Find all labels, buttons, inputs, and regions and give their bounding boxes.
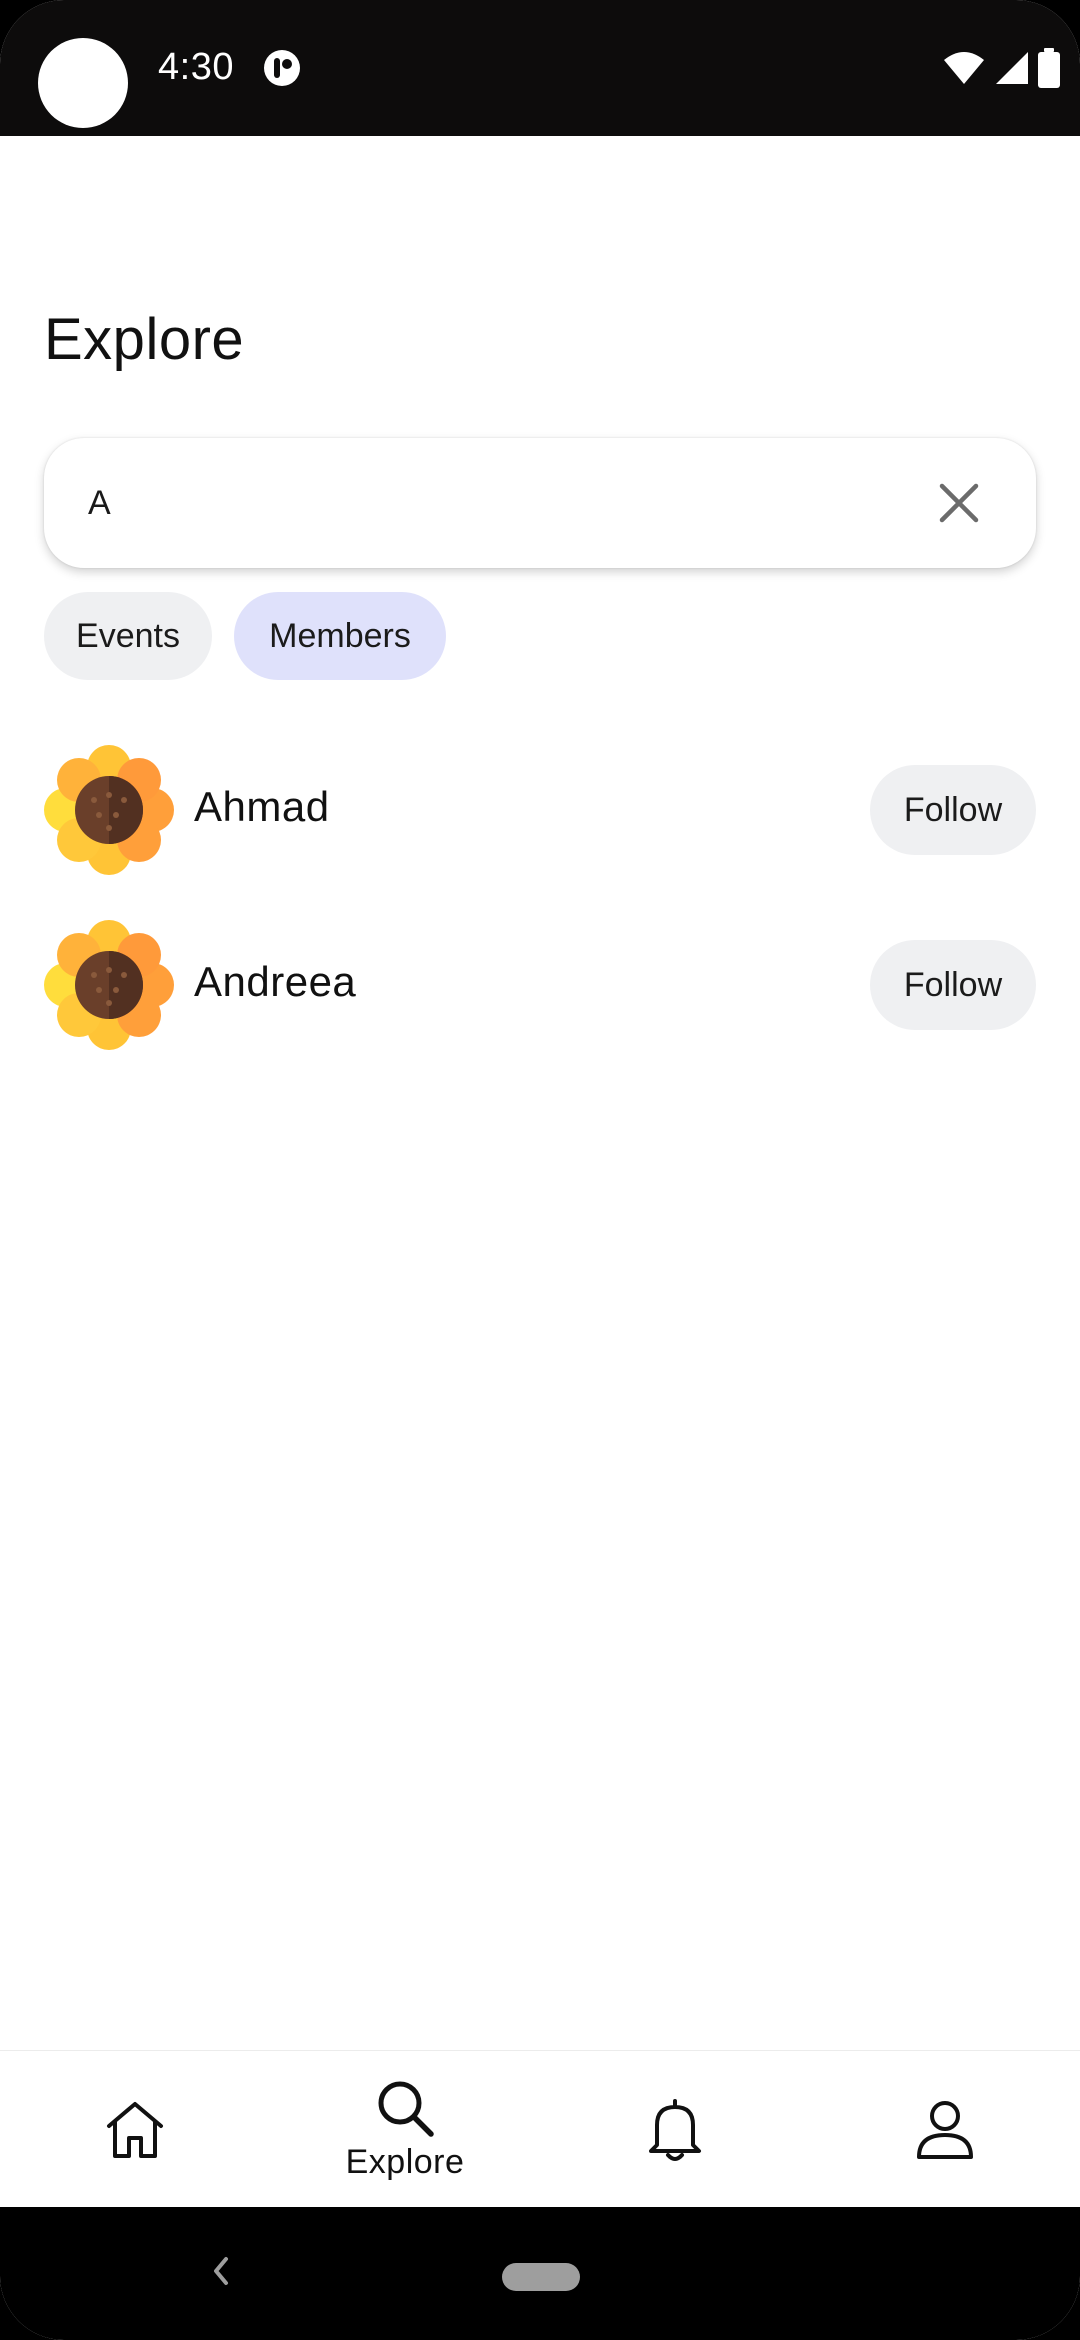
sunflower-icon	[44, 745, 174, 875]
follow-button[interactable]: Follow	[870, 940, 1036, 1030]
nav-label-explore: Explore	[345, 2143, 465, 2181]
member-row[interactable]: Andreea Follow	[44, 920, 1036, 1050]
member-row[interactable]: Ahmad Follow	[44, 745, 1036, 875]
member-name: Ahmad	[194, 783, 330, 830]
nav-item-notifications[interactable]	[540, 2051, 810, 2208]
status-bar: 4:30	[0, 0, 1080, 136]
back-chevron-icon[interactable]	[206, 2251, 236, 2291]
filter-chip-events[interactable]: Events	[44, 592, 212, 680]
filter-chip-members[interactable]: Members	[234, 592, 446, 680]
nav-item-home[interactable]	[0, 2051, 270, 2208]
wifi-icon	[944, 52, 984, 84]
status-time: 4:30	[158, 46, 234, 88]
status-icons	[942, 48, 1060, 88]
app-screen: 4:30 Explore Events Mem	[0, 0, 1080, 2340]
nav-item-profile[interactable]	[810, 2051, 1080, 2208]
nav-item-explore[interactable]: Explore	[270, 2051, 540, 2208]
system-navigation-bar	[0, 2207, 1080, 2340]
search-icon	[378, 2081, 434, 2137]
battery-icon	[1038, 48, 1060, 88]
search-box[interactable]	[44, 438, 1036, 568]
profile-icon	[917, 2100, 973, 2159]
bottom-navigation: Explore	[0, 2050, 1080, 2207]
bell-icon	[649, 2098, 701, 2161]
search-input[interactable]	[88, 476, 888, 530]
home-gesture-pill[interactable]	[502, 2263, 580, 2291]
cellular-signal-icon	[996, 52, 1028, 84]
page-title: Explore	[44, 307, 245, 372]
home-icon	[107, 2101, 163, 2158]
close-icon[interactable]	[936, 480, 982, 526]
camera-cutout	[38, 38, 128, 128]
member-name: Andreea	[194, 958, 357, 1005]
sunflower-icon	[44, 920, 174, 1050]
follow-button[interactable]: Follow	[870, 765, 1036, 855]
app-notification-icon	[264, 50, 300, 86]
